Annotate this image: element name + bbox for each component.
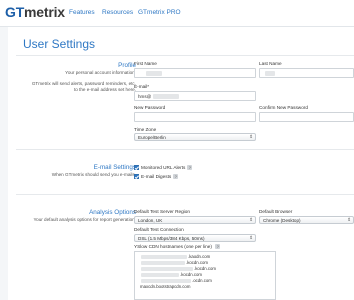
analysis-options-desc: Your default analysis options for report…	[33, 217, 137, 222]
email-digests-row[interactable]: E-mail Digests ?	[134, 174, 179, 179]
select-arrows-icon: ⇕	[347, 217, 351, 222]
timezone-label: Time Zone	[134, 127, 157, 132]
analysis-options-title: Analysis Options	[89, 209, 136, 216]
last-name-input[interactable]	[259, 68, 354, 78]
top-navbar: GTmetrix Features Resources GTmetrix PRO	[0, 0, 354, 27]
nav-gtmetrix-pro[interactable]: GTmetrix PRO	[138, 9, 181, 16]
confirm-password-input[interactable]	[259, 112, 354, 122]
new-password-input[interactable]	[134, 112, 256, 122]
cdn-hostnames-label: YSlow CDN hostnames (one per line) ?	[134, 244, 221, 249]
select-arrows-icon: ⇕	[249, 235, 253, 240]
browser-select[interactable]: Chrome (Desktop) ⇕	[259, 216, 354, 224]
browser-label: Default Browser	[259, 209, 293, 214]
email-settings-title: E-mail Settings	[93, 164, 136, 171]
page-title: User Settings	[23, 37, 96, 51]
test-region-select[interactable]: London, UK ⇕	[134, 216, 256, 224]
first-name-input[interactable]	[134, 68, 256, 78]
last-name-label: Last Name	[259, 61, 282, 66]
monitored-alerts-label: Monitored URL Alerts	[141, 165, 186, 170]
logo-metrix-text: metrix	[24, 4, 65, 20]
redacted-host	[141, 273, 179, 277]
redacted-host	[141, 255, 187, 259]
redacted-email	[153, 94, 179, 99]
email-settings-desc: When GTmetrix should send you e-mails.	[51, 172, 136, 177]
monitored-alerts-checkbox[interactable]	[134, 165, 139, 170]
test-region-value: London, UK	[138, 218, 163, 223]
help-icon[interactable]: ?	[215, 244, 221, 249]
cdn-hostnames-label-text: YSlow CDN hostnames (one per line)	[134, 244, 212, 249]
email-input[interactable]: hms@	[134, 91, 256, 101]
first-name-label: First Name	[134, 61, 157, 66]
timezone-value: Europe/Berlin	[138, 135, 166, 140]
gtmetrix-logo[interactable]: GTmetrix	[5, 4, 65, 20]
title-divider	[16, 55, 354, 56]
redacted-host	[141, 261, 185, 265]
help-icon[interactable]: ?	[173, 174, 179, 179]
connection-value: DSL (1.5 Mbps/384 Kbps, 50ms)	[138, 236, 205, 241]
cdn-line: maxcdn.bootstrapcdn.com	[140, 283, 191, 289]
profile-desc-2: GTmetrix will send alerts, password remi…	[31, 81, 136, 92]
redacted-host	[141, 267, 193, 271]
monitored-alerts-row[interactable]: Monitored URL Alerts ?	[134, 165, 193, 170]
select-arrows-icon: ⇕	[249, 134, 253, 139]
cdn-line: .ocdn.com	[192, 277, 212, 283]
redacted-first-name	[146, 71, 162, 76]
nav-resources[interactable]: Resources	[102, 9, 133, 16]
cdn-line: .kaodn.com	[188, 253, 211, 259]
cdn-line: .kocdn.com	[186, 259, 208, 265]
confirm-password-label: Confirm New Password	[259, 105, 308, 110]
redacted-last-name	[265, 71, 275, 76]
section-divider-2	[16, 194, 354, 195]
nav-features[interactable]: Features	[69, 9, 95, 16]
profile-desc-1: Your personal account information.	[65, 70, 136, 75]
email-digests-label: E-mail Digests	[141, 174, 172, 179]
email-label: E-mail*	[134, 84, 150, 89]
new-password-label: New Password	[134, 105, 166, 110]
settings-page: User Settings Profile Your personal acco…	[8, 27, 354, 300]
cdn-line: .kocdn.com	[194, 265, 216, 271]
email-digests-checkbox[interactable]	[134, 174, 139, 179]
email-value: hms@	[138, 94, 152, 99]
timezone-select[interactable]: Europe/Berlin ⇕	[134, 133, 256, 141]
connection-select[interactable]: DSL (1.5 Mbps/384 Kbps, 50ms) ⇕	[134, 234, 256, 242]
cdn-hostnames-textarea[interactable]: .kaodn.com .kocdn.com .kocdn.com .kocdn.…	[134, 251, 276, 300]
select-arrows-icon: ⇕	[249, 217, 253, 222]
test-region-label: Default Test Server Region	[134, 209, 190, 214]
browser-value: Chrome (Desktop)	[263, 218, 301, 223]
section-divider-1	[16, 149, 354, 150]
redacted-host	[141, 279, 191, 283]
help-icon[interactable]: ?	[187, 165, 193, 170]
logo-gt-text: GT	[5, 4, 25, 20]
cdn-line: .kocdn.com	[180, 271, 202, 277]
connection-label: Default Test Connection	[134, 227, 184, 232]
